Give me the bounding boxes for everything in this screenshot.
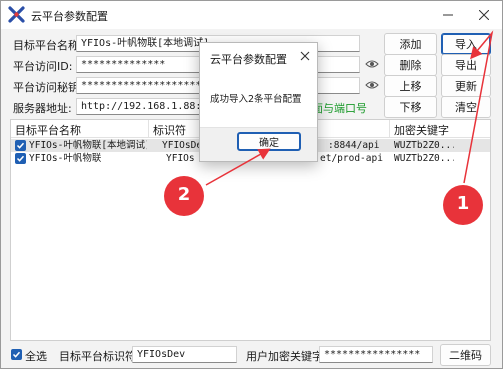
- dialog-message: 成功导入2条平台配置: [210, 94, 302, 105]
- row-name: YFIOs-叶帆物联[本地调试]: [29, 140, 147, 151]
- dialog-title: 云平台参数配置: [210, 53, 287, 66]
- window-title: 云平台参数配置: [31, 10, 108, 23]
- checkmark-icon: [16, 155, 25, 162]
- title-bar: 云平台参数配置: [1, 1, 502, 29]
- server-address-label: 服务器地址:: [13, 102, 72, 115]
- marker-2-label: 2: [177, 184, 191, 205]
- show-secret-eye-icon[interactable]: [365, 78, 379, 92]
- access-secret-label: 平台访问秘钥:: [13, 81, 83, 94]
- minimize-icon: [443, 14, 453, 16]
- dialog-ok-button[interactable]: 确定: [237, 132, 301, 151]
- select-all-checkbox[interactable]: [11, 349, 22, 360]
- column-header-key[interactable]: 加密关键字: [394, 122, 449, 138]
- minimize-button[interactable]: [430, 1, 466, 29]
- import-button[interactable]: 导入: [441, 33, 491, 55]
- show-password-eye-icon[interactable]: [365, 57, 379, 71]
- row-checkbox[interactable]: [15, 140, 26, 151]
- row-name: YFIOs-叶帆物联: [29, 153, 102, 164]
- config-window: 云平台参数配置 目标平台名称: YFIOs-叶帆物联[本地调试] 平台访问ID:…: [0, 0, 503, 369]
- platform-name-label: 目标平台名称:: [13, 39, 83, 52]
- row-key: WUZTb2Z0...: [394, 140, 454, 151]
- row-key: WUZTb2Z0...: [394, 153, 454, 164]
- import-success-dialog: 云平台参数配置 成功导入2条平台配置 确定: [199, 42, 318, 162]
- user-key-input[interactable]: ****************: [319, 346, 433, 363]
- clear-button[interactable]: 清空: [441, 96, 491, 118]
- export-button[interactable]: 导出: [441, 54, 491, 76]
- move-up-button[interactable]: 上移: [384, 75, 437, 97]
- app-logo-icon: [8, 6, 25, 23]
- delete-button[interactable]: 删除: [384, 54, 437, 76]
- add-button[interactable]: 添加: [384, 33, 437, 55]
- user-key-label: 用户加密关键字:: [246, 350, 327, 363]
- row-url: et/prod-api: [320, 153, 383, 164]
- close-icon: [479, 10, 489, 20]
- close-button[interactable]: [466, 1, 502, 29]
- identifier-input[interactable]: YFIOsDev: [132, 346, 237, 363]
- dialog-close-icon[interactable]: [299, 50, 311, 62]
- column-header-id[interactable]: 标识符: [153, 122, 186, 138]
- server-hint-text: 面与端口号: [312, 102, 367, 115]
- select-all-label: 全选: [25, 350, 47, 363]
- checkmark-icon: [12, 351, 21, 358]
- checkmark-icon: [16, 142, 25, 149]
- qrcode-button[interactable]: 二维码: [440, 344, 491, 366]
- row-url: :8844/api: [328, 140, 380, 151]
- identifier-label: 目标平台标识符:: [59, 350, 140, 363]
- access-id-label: 平台访问ID:: [13, 60, 73, 73]
- marker-1-label: 1: [456, 193, 470, 214]
- column-header-name[interactable]: 目标平台名称: [15, 122, 81, 138]
- move-down-button[interactable]: 下移: [384, 96, 437, 118]
- update-button[interactable]: 更新: [441, 75, 491, 97]
- row-checkbox[interactable]: [15, 153, 26, 164]
